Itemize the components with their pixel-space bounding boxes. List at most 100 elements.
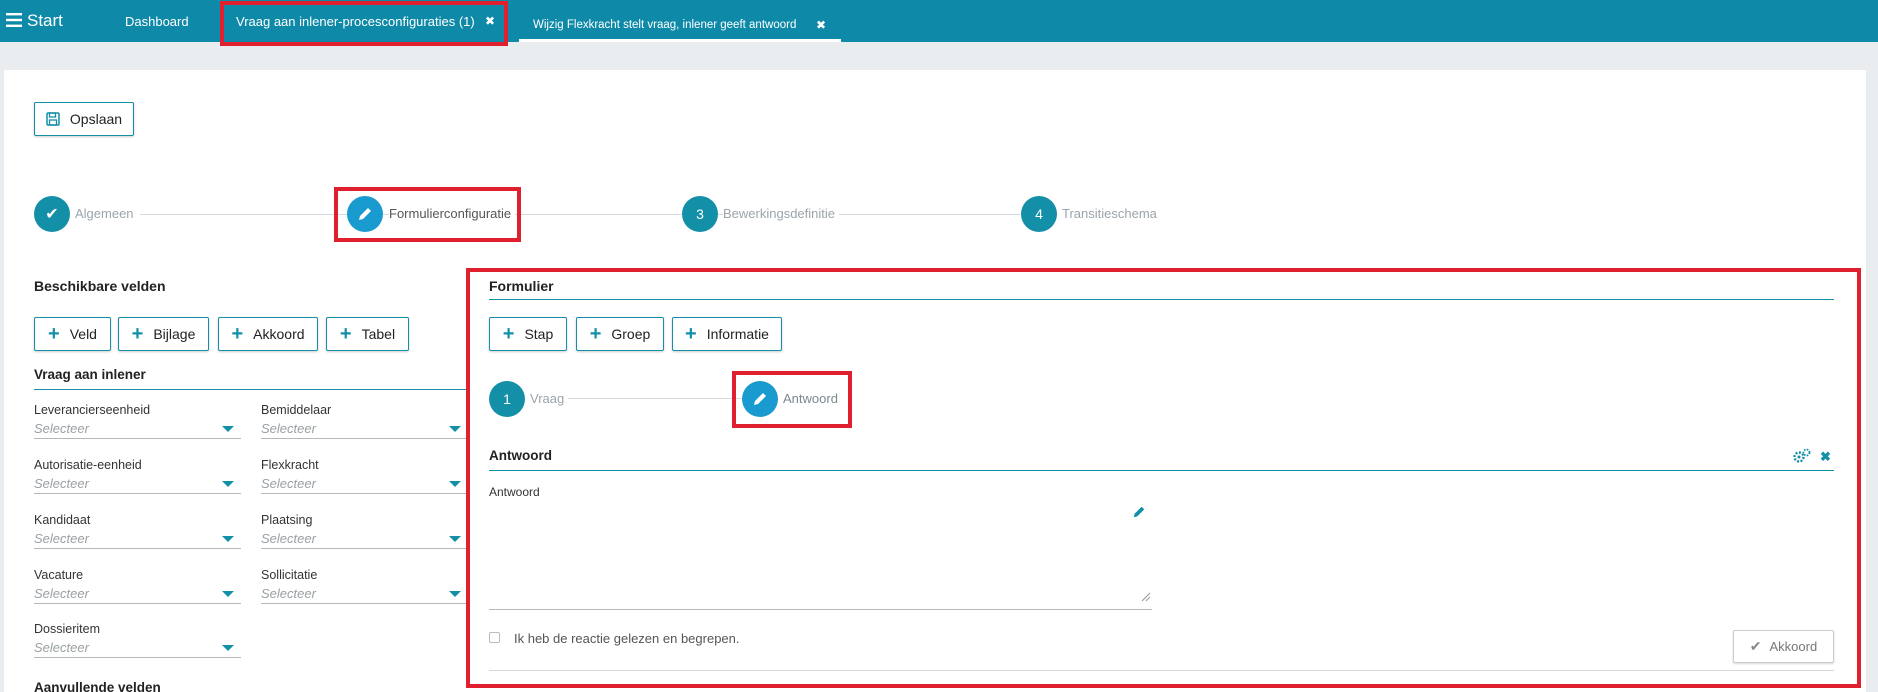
- plus-icon: +: [502, 323, 515, 345]
- form-bottom-divider: [489, 670, 1834, 671]
- checkmark-icon: ✔: [45, 206, 59, 223]
- kandidaat-select[interactable]: Selecteer: [34, 531, 89, 546]
- floppy-disk-icon: [46, 112, 60, 126]
- plus-icon: +: [339, 323, 352, 345]
- group-title-vraag-aan-inlener: Vraag aan inlener: [34, 367, 146, 382]
- add-informatie-label: Informatie: [706, 326, 769, 342]
- form-wizard-connector: [560, 398, 750, 399]
- wizard-step-label-algemeen: Algemeen: [75, 206, 138, 221]
- tab-procesconfiguraties[interactable]: Vraag aan inlener-procesconfiguraties (1…: [236, 14, 475, 29]
- leverancierseenheid-select[interactable]: Selecteer: [34, 421, 89, 436]
- add-tabel-button[interactable]: + Tabel: [326, 317, 409, 351]
- add-groep-label: Groep: [611, 326, 651, 342]
- menu-icon[interactable]: [6, 13, 22, 27]
- chevron-down-icon[interactable]: [222, 536, 234, 542]
- add-groep-button[interactable]: + Groep: [576, 317, 664, 351]
- chevron-down-icon[interactable]: [449, 426, 461, 432]
- akkoord-button[interactable]: ✔ Akkoord: [1733, 630, 1834, 663]
- start-link[interactable]: Start: [27, 11, 63, 31]
- form-step-vraag[interactable]: 1: [489, 381, 525, 417]
- chevron-down-icon[interactable]: [222, 645, 234, 651]
- autorisatie-eenheid-select[interactable]: Selecteer: [34, 476, 89, 491]
- pencil-icon: [357, 206, 373, 222]
- select-underline: [34, 657, 241, 658]
- field-label-flexkracht: Flexkracht: [261, 458, 319, 472]
- field-label-sollicitatie: Sollicitatie: [261, 568, 318, 582]
- add-veld-button[interactable]: + Veld: [34, 317, 111, 351]
- chevron-down-icon[interactable]: [449, 591, 461, 597]
- top-navigation-bar: Start Dashboard Vraag aan inlener-proces…: [0, 0, 1878, 46]
- formulier-title-underline: [489, 299, 1834, 300]
- formulier-title: Formulier: [489, 278, 554, 294]
- select-underline: [261, 603, 466, 604]
- add-stap-button[interactable]: + Stap: [489, 317, 567, 351]
- add-bijlage-button[interactable]: + Bijlage: [118, 317, 209, 351]
- step-number: 1: [503, 391, 511, 407]
- sollicitatie-select[interactable]: Selecteer: [261, 586, 316, 601]
- confirmation-checkbox-label: Ik heb de reactie gelezen en begrepen.: [514, 631, 740, 646]
- add-informatie-button[interactable]: + Informatie: [672, 317, 782, 351]
- chevron-down-icon[interactable]: [222, 426, 234, 432]
- wizard-step-label-formulierconfiguratie: Formulierconfiguratie: [389, 206, 516, 221]
- wizard-step-algemeen[interactable]: ✔: [34, 196, 70, 232]
- add-bijlage-label: Bijlage: [153, 326, 196, 342]
- field-label-dossieritem: Dossieritem: [34, 622, 100, 636]
- checkmark-icon: ✔: [1749, 638, 1762, 654]
- pencil-icon: [752, 391, 768, 407]
- gears-icon[interactable]: [1793, 448, 1811, 467]
- field-label-bemiddelaar: Bemiddelaar: [261, 403, 332, 417]
- bemiddelaar-select[interactable]: Selecteer: [261, 421, 316, 436]
- field-label-kandidaat: Kandidaat: [34, 513, 91, 527]
- antwoord-textarea[interactable]: [489, 500, 1152, 610]
- select-underline: [34, 493, 241, 494]
- add-akkoord-button[interactable]: + Akkoord: [218, 317, 318, 351]
- field-label-autorisatie-eenheid: Autorisatie-eenheid: [34, 458, 142, 472]
- plus-icon: +: [589, 323, 602, 345]
- vacature-select[interactable]: Selecteer: [34, 586, 89, 601]
- form-step-label-antwoord: Antwoord: [783, 391, 838, 406]
- field-label-vacature: Vacature: [34, 568, 84, 582]
- wizard-connector: [140, 214, 1020, 215]
- chevron-down-icon[interactable]: [449, 481, 461, 487]
- step-number: 4: [1035, 206, 1043, 222]
- wizard-step-label-transitieschema: Transitieschema: [1062, 206, 1157, 221]
- wizard-step-bewerkingsdefinitie[interactable]: 3: [682, 196, 718, 232]
- chevron-down-icon[interactable]: [222, 591, 234, 597]
- resize-handle-icon[interactable]: [1141, 590, 1151, 605]
- wizard-step-formulierconfiguratie[interactable]: [347, 196, 383, 232]
- add-tabel-label: Tabel: [361, 326, 396, 342]
- select-underline: [34, 603, 241, 604]
- select-underline: [261, 493, 466, 494]
- plus-icon: +: [685, 323, 697, 345]
- save-button-label: Opslaan: [69, 111, 123, 127]
- close-icon[interactable]: ✖: [816, 18, 826, 32]
- close-icon[interactable]: ✖: [485, 14, 495, 28]
- plaatsing-select[interactable]: Selecteer: [261, 531, 316, 546]
- tab-dashboard[interactable]: Dashboard: [125, 14, 189, 29]
- form-step-antwoord[interactable]: [742, 381, 778, 417]
- plus-icon: +: [131, 323, 144, 345]
- select-underline: [34, 438, 241, 439]
- form-step-label-vraag: Vraag: [530, 391, 569, 406]
- dossieritem-select[interactable]: Selecteer: [34, 640, 89, 655]
- add-stap-label: Stap: [524, 326, 554, 342]
- select-underline: [261, 548, 466, 549]
- step-number: 3: [696, 206, 704, 222]
- confirmation-checkbox[interactable]: [489, 632, 500, 643]
- group-title-underline: [34, 389, 466, 390]
- wizard-step-transitieschema[interactable]: 4: [1021, 196, 1057, 232]
- plus-icon: +: [48, 323, 60, 345]
- close-icon[interactable]: ✖: [1820, 449, 1831, 465]
- flexkracht-select[interactable]: Selecteer: [261, 476, 316, 491]
- extra-fields-title: Aanvullende velden: [34, 680, 161, 692]
- field-label-leverancierseenheid: Leverancierseenheid: [34, 403, 151, 417]
- field-label-plaatsing: Plaatsing: [261, 513, 313, 527]
- save-button[interactable]: Opslaan: [34, 102, 134, 136]
- available-fields-title: Beschikbare velden: [34, 278, 166, 294]
- select-underline: [34, 548, 241, 549]
- antwoord-field-label: Antwoord: [489, 485, 540, 499]
- chevron-down-icon[interactable]: [222, 481, 234, 487]
- tab-wijzig-flexkracht-label: Wijzig Flexkracht stelt vraag, inlener g…: [533, 19, 797, 31]
- add-akkoord-label: Akkoord: [253, 326, 305, 342]
- chevron-down-icon[interactable]: [449, 536, 461, 542]
